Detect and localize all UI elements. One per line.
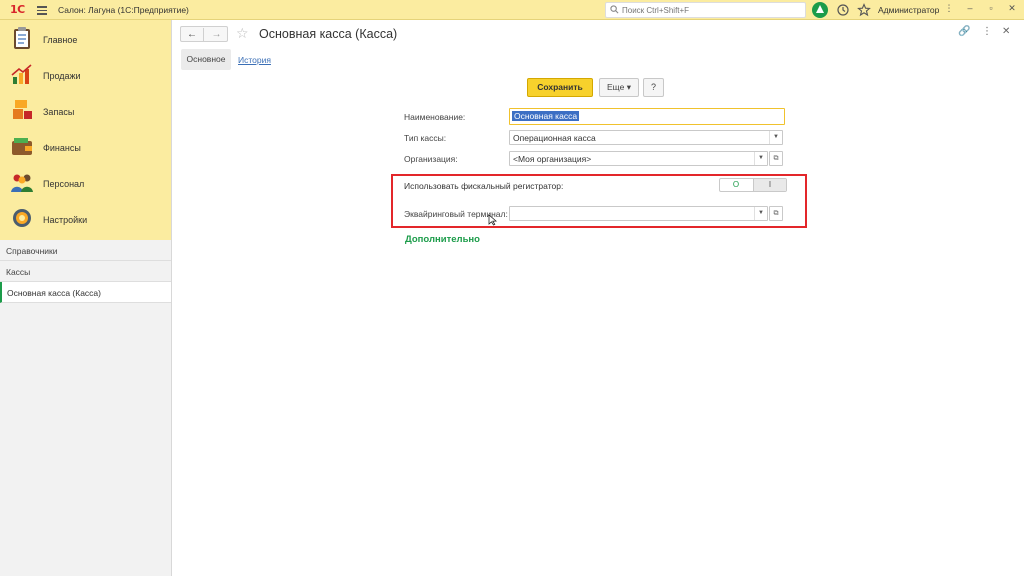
section-label: Главное [43,35,78,45]
open-organization-icon[interactable]: ⧉ [769,151,783,166]
top-bar: 1С Салон: Лагуна (1С:Предприятие) Админи… [0,0,1024,20]
name-label: Наименование: [404,112,466,122]
dropdown-arrow-icon[interactable]: ▼ [754,152,767,165]
search-icon [610,5,619,14]
restore-icon[interactable]: ▫ [985,3,997,16]
menu-icon[interactable] [37,4,47,15]
tab-history[interactable]: История [238,55,271,65]
section-staff[interactable]: Персонал [0,166,171,200]
section-sales[interactable]: Продажи [0,58,171,92]
organization-field[interactable]: <Моя организация> ▼ [509,151,768,166]
section-settings[interactable]: Настройки [0,202,171,236]
nav-item-directories[interactable]: Справочники [0,240,171,261]
people-icon [11,174,33,192]
fiscal-registrar-toggle[interactable]: O I [719,178,787,192]
back-arrow-icon[interactable]: ← [181,28,204,41]
section-label: Персонал [43,179,85,189]
page-title: Основная касса (Касса) [259,27,398,41]
forward-arrow-icon[interactable]: → [205,28,228,41]
minimize-icon[interactable]: – [964,3,976,16]
form-area: ← → ☆ Основная касса (Касса) 🔗 ⋮ ✕ Основ… [173,20,1024,576]
fiscal-registrar-label: Использовать фискальный регистратор: [404,181,564,191]
section-finance[interactable]: Финансы [0,130,171,164]
acquiring-terminal-field[interactable]: ▼ [509,206,768,221]
cash-type-value: Операционная касса [513,133,596,143]
section-label: Финансы [43,143,81,153]
notifications-icon[interactable] [812,2,828,18]
name-value: Основная касса [512,111,580,121]
section-main[interactable]: Главное [0,22,171,56]
organization-label: Организация: [404,154,458,164]
help-button[interactable]: ? [643,78,664,97]
open-terminal-icon[interactable]: ⧉ [769,206,783,221]
sections-panel: Главное Продажи Запасы Финансы Персонал … [0,20,171,240]
gear-icon [13,209,31,227]
toggle-off-option[interactable]: I [753,179,786,191]
cash-type-select[interactable]: Операционная касса ▼ [509,130,783,145]
section-label: Запасы [43,107,75,117]
search-input[interactable] [622,4,802,16]
favorite-star-icon[interactable]: ☆ [236,25,249,42]
dropdown-arrow-icon[interactable]: ▼ [769,131,782,144]
more-button[interactable]: Еще ▾ [599,78,639,97]
clipboard-icon [14,27,30,49]
sidebar: Главное Продажи Запасы Финансы Персонал … [0,20,172,576]
close-icon[interactable]: ✕ [1006,3,1018,16]
app-title: Салон: Лагуна (1С:Предприятие) [58,5,189,15]
history-icon[interactable] [836,3,850,17]
boxes-icon [13,100,32,119]
more-vertical-icon[interactable]: ⋮ [982,26,992,37]
section-label: Настройки [43,215,88,225]
save-button[interactable]: Сохранить [527,78,593,97]
mouse-cursor-icon [488,214,497,226]
search-box[interactable] [605,2,806,18]
more-button-label: Еще [607,82,625,92]
chevron-down-icon: ▾ [626,82,631,92]
nav-item-current-form[interactable]: Основная касса (Касса) [0,282,171,303]
wallet-icon [12,138,32,155]
more-vertical-icon[interactable]: ⋮ [943,3,955,16]
nav-item-cash-desks[interactable]: Кассы [0,261,171,282]
toggle-on-option[interactable]: O [720,179,752,191]
dropdown-arrow-icon[interactable]: ▼ [754,207,767,220]
chart-growth-icon [11,64,32,84]
cash-type-label: Тип кассы: [404,133,447,143]
section-label: Продажи [43,71,81,81]
history-navigation: ← → [180,26,228,42]
name-field[interactable]: Основная касса [509,108,785,125]
favorites-star-icon[interactable] [857,3,871,17]
additional-section-link[interactable]: Дополнительно [405,234,480,245]
section-stock[interactable]: Запасы [0,94,171,128]
navigation-list: Справочники Кассы Основная касса (Касса) [0,240,171,303]
app-logo: 1С [10,3,25,16]
current-user[interactable]: Администратор [878,5,939,15]
organization-value: <Моя организация> [513,154,592,164]
close-form-icon[interactable]: ✕ [1002,26,1010,37]
link-icon[interactable]: 🔗 [958,26,970,37]
tab-main[interactable]: Основное [181,49,231,70]
